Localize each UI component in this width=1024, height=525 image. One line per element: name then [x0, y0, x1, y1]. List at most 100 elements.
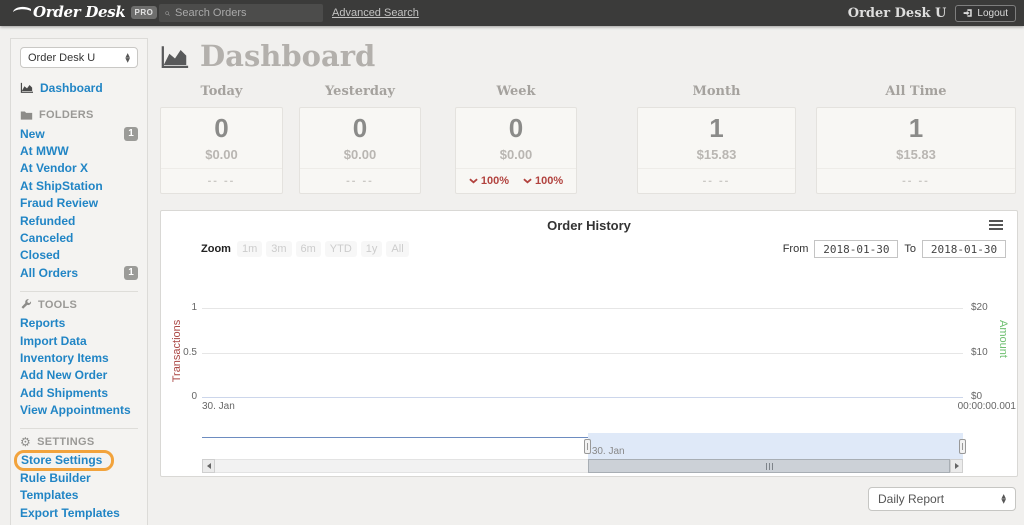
navigator-left-handle[interactable] [584, 439, 591, 454]
select-updown-icon: ▲▼ [1001, 494, 1006, 504]
stat-month: Month 1 $15.83 -- -- [637, 84, 796, 194]
sidebar-item-new[interactable]: New 1 [20, 125, 138, 142]
sidebar-item-add-shipments[interactable]: Add Shipments [20, 384, 138, 401]
scrollbar-thumb[interactable] [588, 459, 950, 473]
navigator-selection[interactable] [588, 433, 963, 459]
logo-text: Order Desk [33, 3, 126, 21]
navbar-right: Order Desk U Logout [848, 0, 1016, 26]
change-indicator: 100% [469, 175, 509, 187]
hamburger-menu-icon[interactable] [989, 220, 1003, 232]
sidebar-item-store-settings[interactable]: Store Settings [20, 452, 138, 469]
order-amount: $15.83 [697, 147, 737, 162]
store-select-value: Order Desk U [28, 52, 95, 64]
sidebar-item-closed[interactable]: Closed [20, 247, 138, 264]
store-settings-highlight: Store Settings [14, 450, 114, 471]
zoom-button-ytd[interactable]: YTD [325, 241, 357, 257]
stat-period-label: Yesterday [299, 84, 421, 99]
stat-yesterday: Yesterday 0 $0.00 -- -- [299, 84, 421, 194]
right-axis-title: Amount [997, 309, 1009, 369]
sidebar-item-label: Dashboard [40, 81, 103, 95]
top-navbar: Order Desk PRO Advanced Search Order Des… [0, 0, 1024, 26]
advanced-search-link[interactable]: Advanced Search [332, 7, 419, 19]
from-label: From [783, 243, 809, 255]
order-amount: $0.00 [205, 147, 238, 162]
logo[interactable]: Order Desk PRO [12, 3, 157, 21]
date-range-controls: From To [783, 240, 1006, 258]
zoom-button-3m[interactable]: 3m [266, 241, 291, 257]
scrollbar-grip-icon [769, 463, 770, 470]
stat-all-time: All Time 1 $15.83 -- -- [816, 84, 1016, 194]
search-icon [165, 8, 170, 19]
order-amount: $15.83 [896, 147, 936, 162]
count-badge: 1 [124, 127, 138, 141]
sidebar-item-add-new-order[interactable]: Add New Order [20, 367, 138, 384]
order-count: 0 [509, 115, 523, 141]
report-select[interactable]: Daily Report ▲▼ [868, 487, 1016, 511]
x-axis-line [202, 397, 963, 398]
folder-icon [20, 110, 33, 121]
store-select[interactable]: Order Desk U ▲▼ [20, 47, 138, 68]
sidebar-item-at-mww[interactable]: At MWW [20, 142, 138, 159]
area-chart-icon [160, 44, 190, 71]
stat-period-label: All Time [816, 84, 1016, 99]
order-amount: $0.00 [344, 147, 377, 162]
sidebar-item-store-users[interactable]: Store Users [20, 521, 138, 525]
settings-section-header: ⚙ SETTINGS [20, 436, 138, 448]
stat-footer: -- -- [638, 168, 795, 193]
sidebar-item-canceled[interactable]: Canceled [20, 229, 138, 246]
to-date-input[interactable] [922, 240, 1006, 258]
app-window: Order Desk PRO Advanced Search Order Des… [0, 0, 1024, 525]
sidebar: Order Desk U ▲▼ Dashboard FOLDERS New 1 … [10, 38, 148, 525]
stat-footer: 100% 100% [456, 168, 576, 193]
from-date-input[interactable] [814, 240, 898, 258]
order-count: 1 [909, 115, 923, 141]
chart-navigator[interactable]: 30. Jan [202, 433, 963, 459]
sidebar-divider [20, 291, 138, 292]
sidebar-item-view-appointments[interactable]: View Appointments [20, 401, 138, 418]
sidebar-item-rule-builder[interactable]: Rule Builder [20, 469, 138, 486]
logout-button[interactable]: Logout [955, 5, 1016, 22]
sidebar-item-templates[interactable]: Templates [20, 487, 138, 504]
stat-card: 1 $15.83 -- -- [637, 107, 796, 194]
dashboard-icon [20, 82, 34, 94]
navigator-right-handle[interactable] [959, 439, 966, 454]
stat-period-label: Today [160, 84, 283, 99]
sidebar-item-reports[interactable]: Reports [20, 315, 138, 332]
order-count: 0 [214, 115, 228, 141]
sidebar-item-all-orders[interactable]: All Orders 1 [20, 264, 138, 281]
scrollbar-left-arrow-icon[interactable] [202, 459, 215, 473]
sidebar-item-refunded[interactable]: Refunded [20, 212, 138, 229]
logo-swoosh-icon [12, 5, 32, 19]
sidebar-item-at-vendor-x[interactable]: At Vendor X [20, 160, 138, 177]
zoom-button-all[interactable]: All [386, 241, 408, 257]
sidebar-item-at-shipstation[interactable]: At ShipStation [20, 177, 138, 194]
gear-icon: ⚙ [20, 436, 31, 448]
page-title: Dashboard [200, 42, 375, 71]
scrollbar-right-arrow-icon[interactable] [950, 459, 963, 473]
zoom-label: Zoom [201, 243, 231, 255]
order-amount: $0.00 [500, 147, 533, 162]
zoom-button-6m[interactable]: 6m [296, 241, 321, 257]
stat-card: 0 $0.00 100% 100% [455, 107, 577, 194]
gridline [202, 308, 963, 309]
order-search-box[interactable] [159, 4, 323, 22]
stat-today: Today 0 $0.00 -- -- [160, 84, 283, 194]
sidebar-item-export-templates[interactable]: Export Templates [20, 504, 138, 521]
section-title: SETTINGS [37, 436, 94, 448]
sidebar-item-import-data[interactable]: Import Data [20, 332, 138, 349]
to-label: To [904, 243, 916, 255]
search-input[interactable] [175, 7, 317, 19]
sidebar-item-fraud-review[interactable]: Fraud Review [20, 195, 138, 212]
chart-title: Order History [161, 218, 1017, 233]
stat-period-label: Month [637, 84, 796, 99]
tools-section-header: TOOLS [20, 299, 138, 311]
chart-scrollbar[interactable] [202, 459, 963, 473]
sidebar-item-inventory-items[interactable]: Inventory Items [20, 349, 138, 366]
sidebar-item-dashboard[interactable]: Dashboard [20, 81, 138, 95]
stat-card: 1 $15.83 -- -- [816, 107, 1016, 194]
order-count: 1 [709, 115, 723, 141]
x-axis-label-right: 00:00:00.001 [202, 401, 1016, 412]
pro-badge: PRO [131, 6, 158, 19]
zoom-button-1y[interactable]: 1y [361, 241, 383, 257]
zoom-button-1m[interactable]: 1m [237, 241, 262, 257]
